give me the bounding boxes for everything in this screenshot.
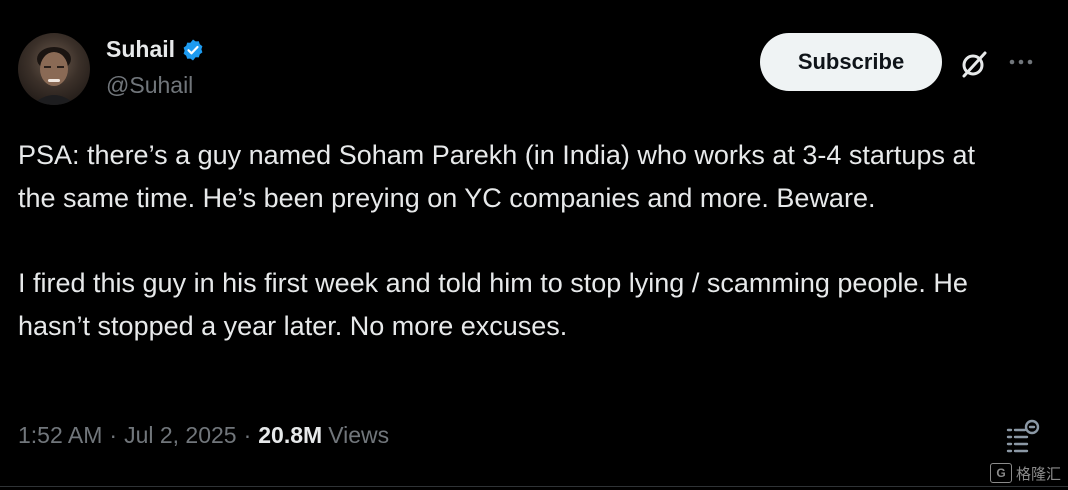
watermark-logo: G xyxy=(990,463,1012,483)
tweet-time[interactable]: 1:52 AM xyxy=(18,422,102,449)
tweet-paragraph: PSA: there’s a guy named Soham Parekh (i… xyxy=(18,140,975,213)
watermark: G 格隆汇 xyxy=(990,462,1061,484)
meta-separator: · xyxy=(109,422,118,448)
tweet-date[interactable]: Jul 2, 2025 xyxy=(124,422,237,449)
more-options-icon[interactable] xyxy=(1004,48,1038,76)
tweet-text: PSA: there’s a guy named Soham Parekh (i… xyxy=(18,134,1018,348)
subscribe-button[interactable]: Subscribe xyxy=(760,33,942,91)
tweet-metadata: 1:52 AM · Jul 2, 2025 · 20.8M Views xyxy=(18,422,389,449)
avatar[interactable] xyxy=(18,33,90,105)
watermark-text: 格隆汇 xyxy=(1016,465,1062,483)
verified-badge-icon[interactable] xyxy=(181,38,205,62)
views-label: Views xyxy=(328,422,390,448)
author-name-row: Suhail xyxy=(106,36,205,63)
tweet-paragraph: I fired this guy in his first week and t… xyxy=(18,268,968,341)
grok-icon[interactable] xyxy=(958,48,990,80)
views-count: 20.8M xyxy=(258,422,323,448)
author-handle[interactable]: @Suhail xyxy=(106,72,193,99)
author-name[interactable]: Suhail xyxy=(106,36,175,63)
meta-separator: · xyxy=(243,422,252,448)
divider xyxy=(0,486,1068,487)
avatar-image xyxy=(32,47,76,105)
post-analytics-icon[interactable] xyxy=(1002,418,1042,458)
